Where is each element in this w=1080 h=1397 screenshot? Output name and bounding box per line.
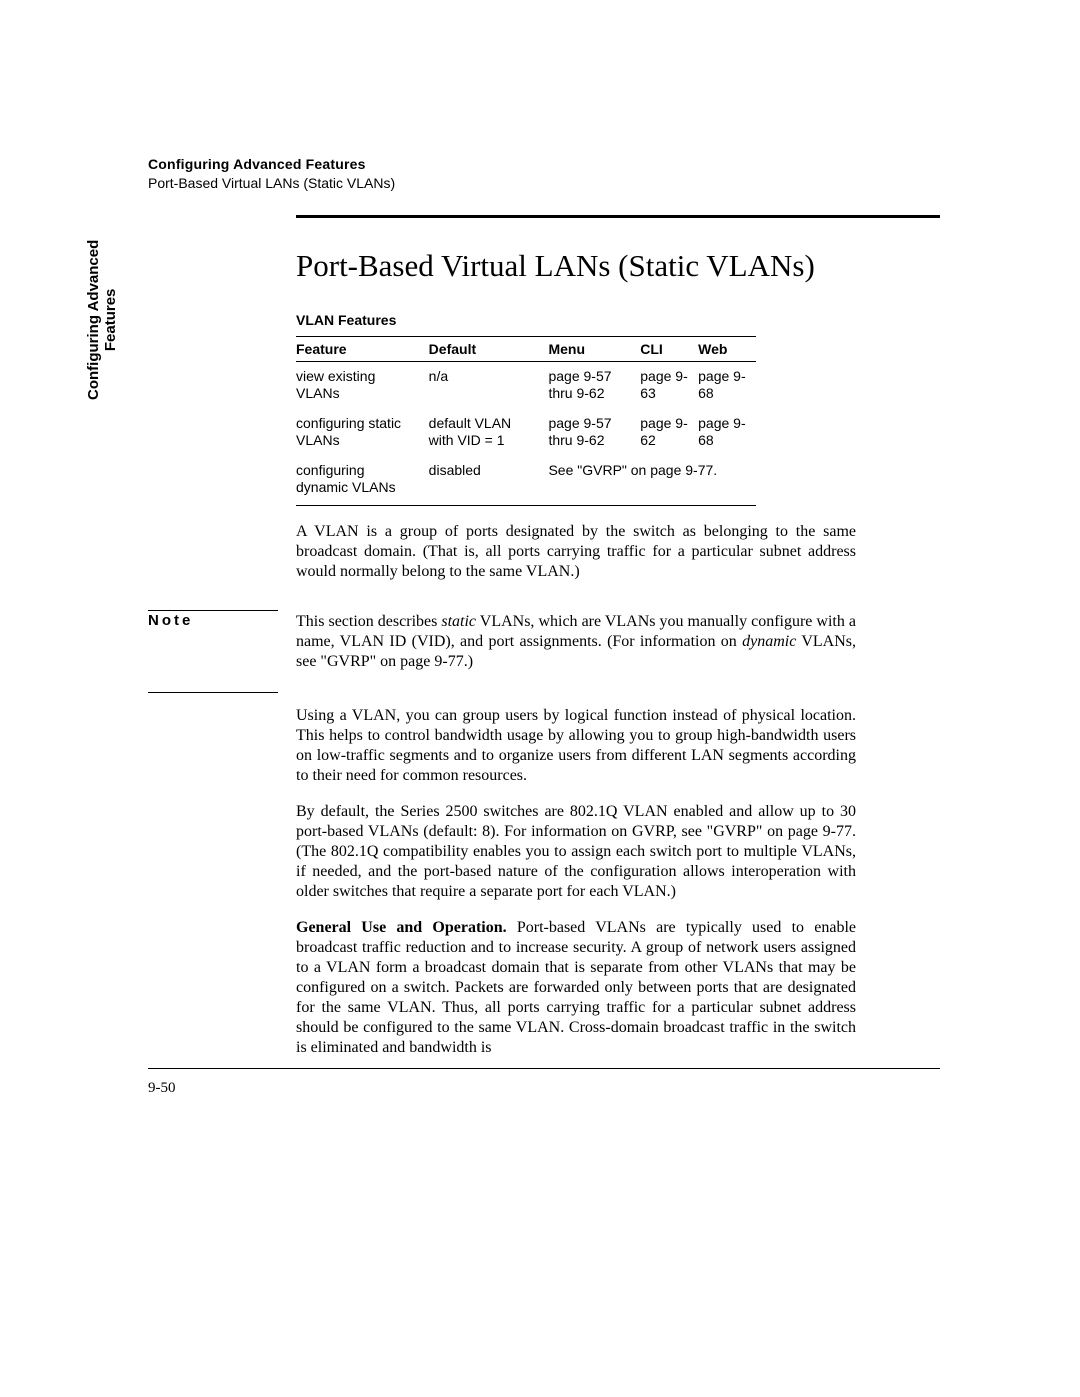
runin-heading: General Use and Operation. xyxy=(296,919,507,936)
side-tab-line1: Configuring Advanced xyxy=(85,240,102,400)
cell-default: default VLAN with VID = 1 xyxy=(429,409,549,456)
page-number: 9-50 xyxy=(148,1080,176,1097)
paragraph-default: By default, the Series 2500 switches are… xyxy=(296,802,856,902)
th-default: Default xyxy=(429,336,549,361)
th-menu: Menu xyxy=(548,336,640,361)
table-row: configuring dynamic VLANs disabled See "… xyxy=(296,456,756,506)
cell-menu: page 9-57 thru 9-62 xyxy=(548,409,640,456)
cell-feature: configuring dynamic VLANs xyxy=(296,456,429,506)
running-head-title: Configuring Advanced Features xyxy=(148,155,940,174)
note-italic-static: static xyxy=(441,613,476,630)
note-text-pre: This section describes xyxy=(296,613,441,630)
cell-default: disabled xyxy=(429,456,549,506)
cell-cli: page 9-63 xyxy=(640,361,698,409)
table-row: view existing VLANs n/a page 9-57 thru 9… xyxy=(296,361,756,409)
paragraph-usage: Using a VLAN, you can group users by log… xyxy=(296,706,856,786)
table-caption: VLAN Features xyxy=(296,312,856,328)
cell-menu-span: See "GVRP" on page 9-77. xyxy=(548,456,756,506)
section-double-rule xyxy=(148,215,940,218)
table-row: configuring static VLANs default VLAN wi… xyxy=(296,409,756,456)
note-rule-bottom xyxy=(148,692,278,693)
cell-cli: page 9-62 xyxy=(640,409,698,456)
running-head-subtitle: Port-Based Virtual LANs (Static VLANs) xyxy=(148,174,940,193)
page: Configuring Advanced Features Port-Based… xyxy=(0,0,1080,1397)
note-block: Note This section describes static VLANs… xyxy=(296,612,856,672)
table-header-row: Feature Default Menu CLI Web xyxy=(296,336,756,361)
content-column: VLAN Features Feature Default Menu CLI W… xyxy=(296,312,856,1058)
footer-rule xyxy=(148,1068,940,1069)
paragraph-general-use-rest: Port-based VLANs are typically used to e… xyxy=(296,919,856,1056)
side-tab-line2: Features xyxy=(102,240,119,400)
cell-web: page 9-68 xyxy=(698,409,756,456)
th-web: Web xyxy=(698,336,756,361)
th-feature: Feature xyxy=(296,336,429,361)
cell-default: n/a xyxy=(429,361,549,409)
cell-feature: configuring static VLANs xyxy=(296,409,429,456)
cell-feature: view existing VLANs xyxy=(296,361,429,409)
side-tab: Configuring Advanced Features xyxy=(85,240,120,400)
th-cli: CLI xyxy=(640,336,698,361)
page-title: Port-Based Virtual LANs (Static VLANs) xyxy=(296,248,940,284)
paragraph-general-use: General Use and Operation. Port-based VL… xyxy=(296,918,856,1058)
cell-menu: page 9-57 thru 9-62 xyxy=(548,361,640,409)
note-label: Note xyxy=(148,612,278,631)
paragraph-intro: A VLAN is a group of ports designated by… xyxy=(296,522,856,582)
rule-thick xyxy=(296,215,940,218)
cell-web: page 9-68 xyxy=(698,361,756,409)
vlan-features-table: Feature Default Menu CLI Web view existi… xyxy=(296,336,756,506)
note-italic-dynamic: dynamic xyxy=(742,633,796,650)
running-head: Configuring Advanced Features Port-Based… xyxy=(148,155,940,193)
note-rule-top xyxy=(148,610,278,611)
